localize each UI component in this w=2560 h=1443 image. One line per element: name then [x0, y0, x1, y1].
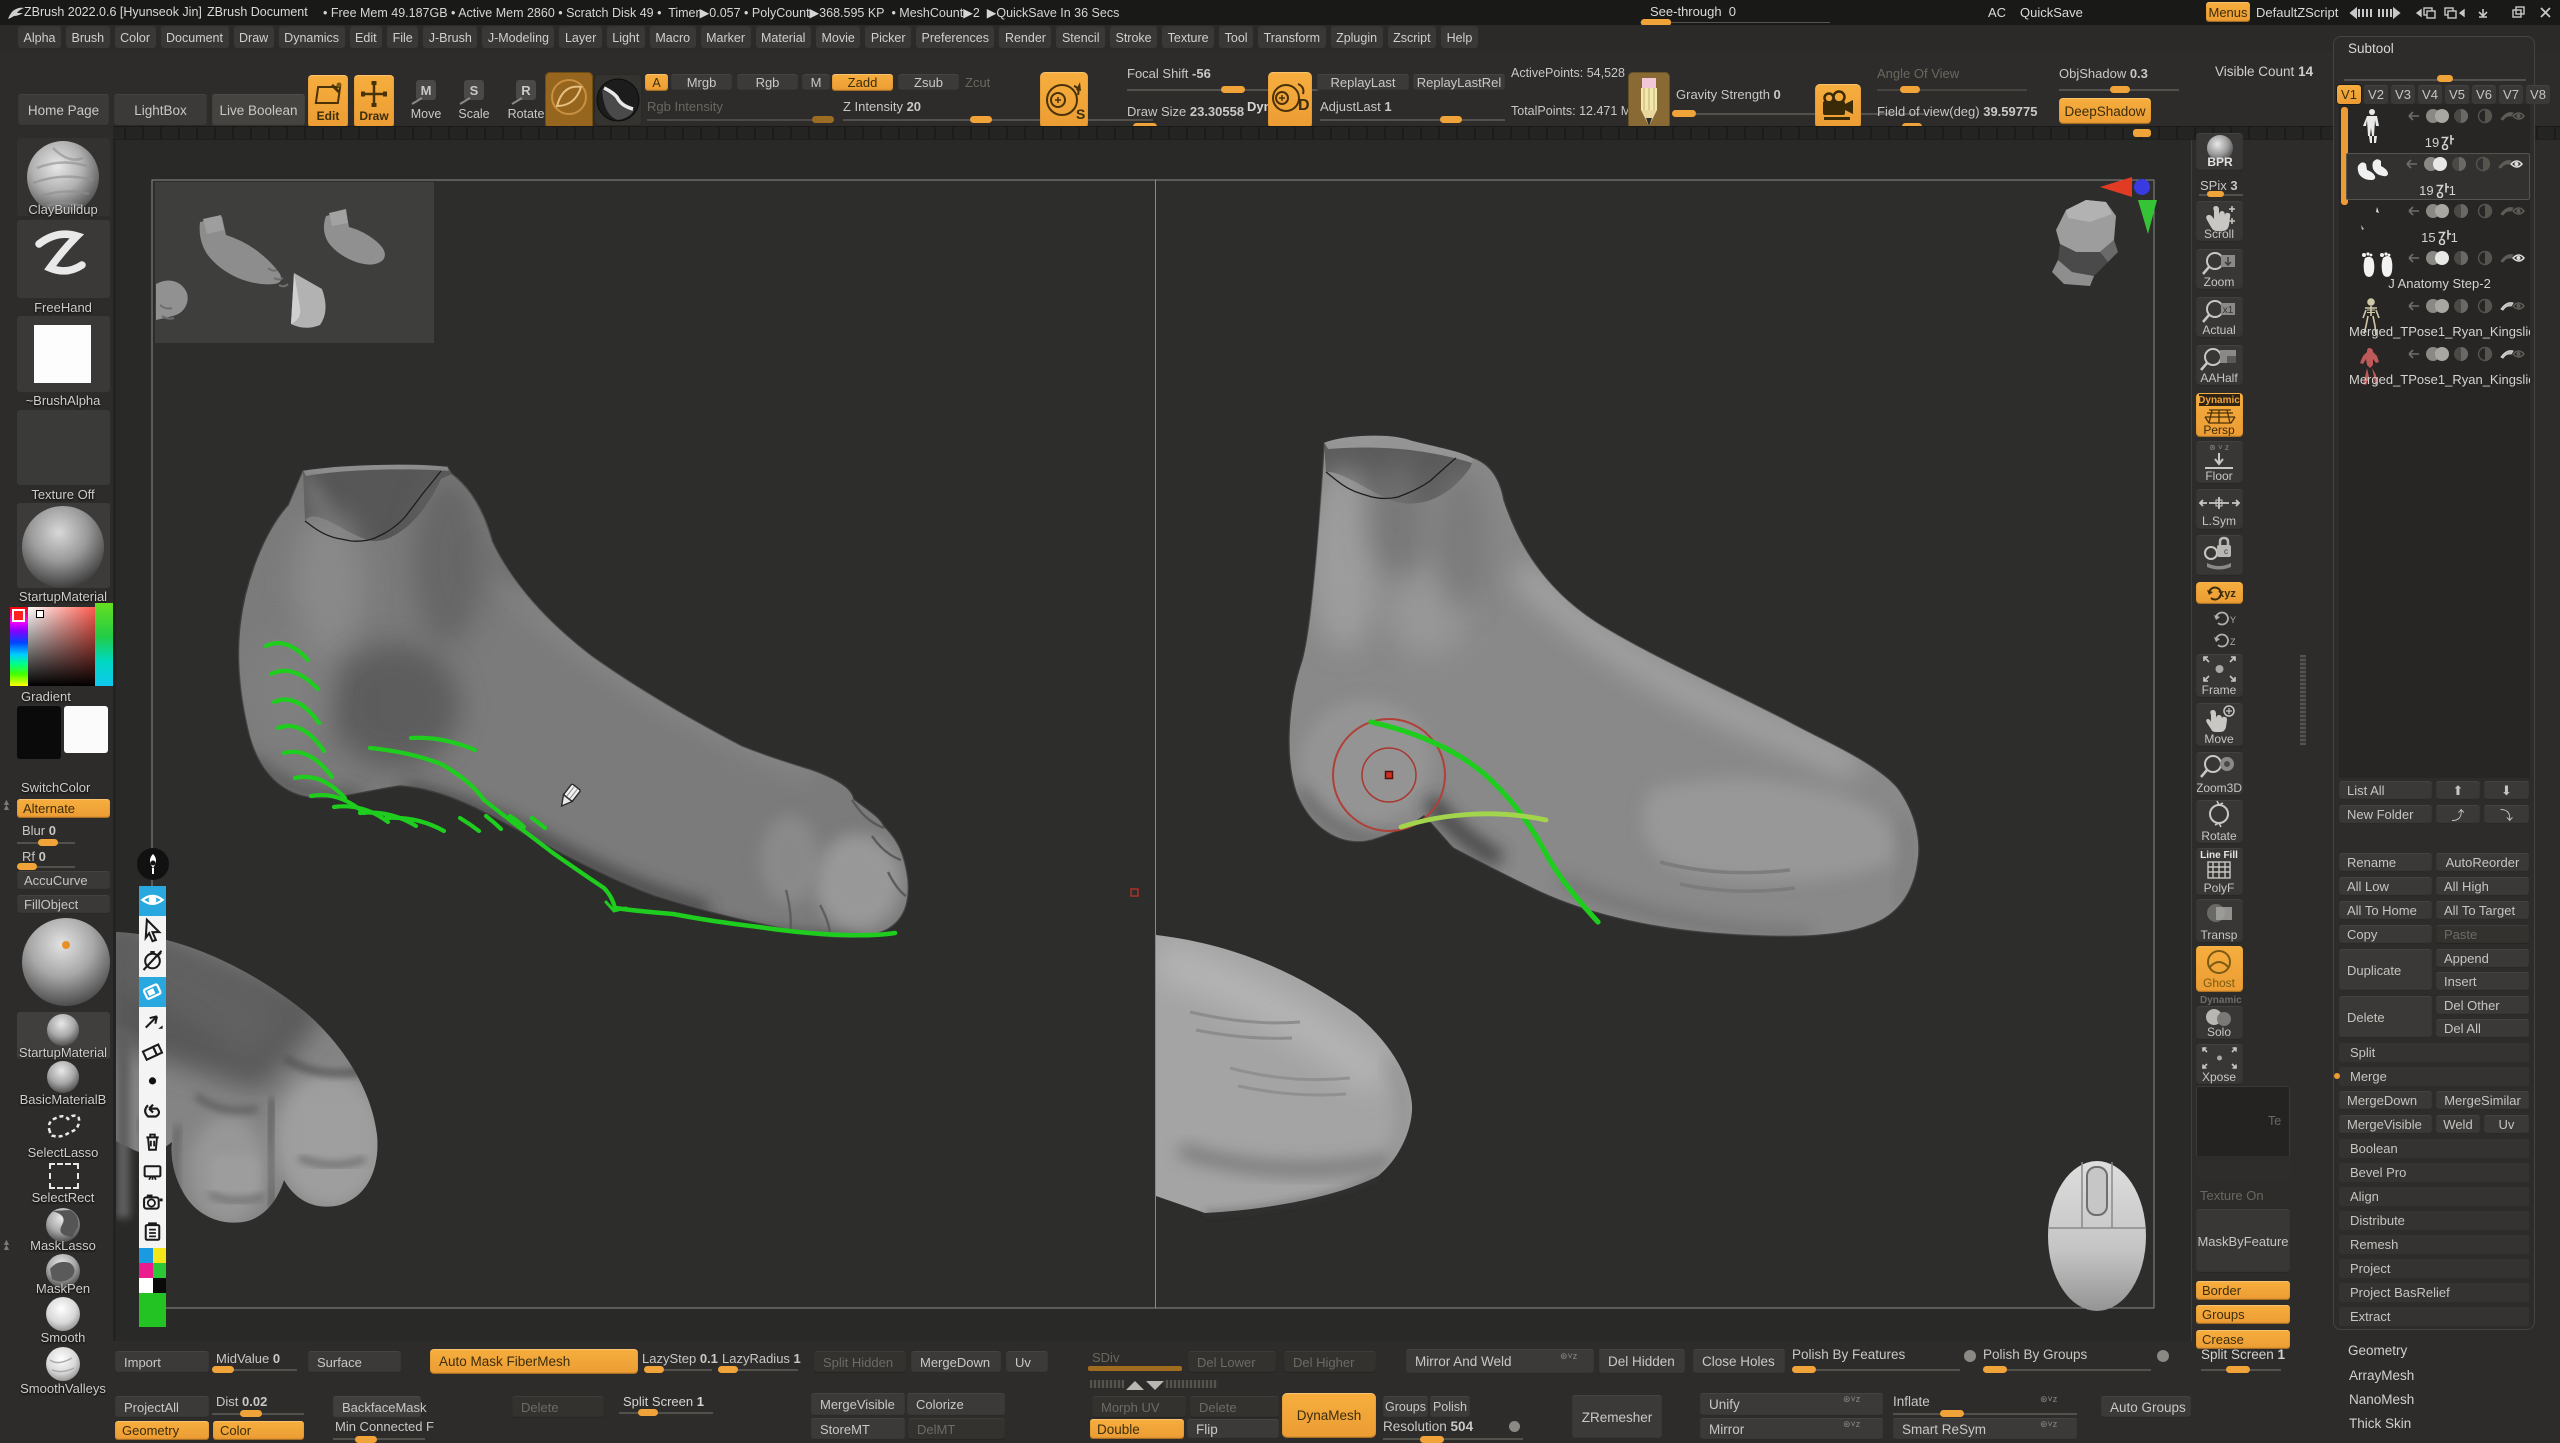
- svg-text:Zoom: Zoom: [2204, 275, 2235, 289]
- svg-text:Floor: Floor: [2205, 469, 2232, 483]
- svg-text:Move: Move: [2204, 732, 2234, 746]
- svg-text:⊛ ˅ z: ⊛ ˅ z: [2209, 443, 2229, 452]
- svg-text:Frame: Frame: [2202, 683, 2237, 697]
- svg-text:x1: x1: [2223, 305, 2234, 316]
- svg-text:xyz: xyz: [2218, 588, 2236, 600]
- svg-text:Move: Move: [411, 107, 442, 121]
- svg-text:Transp: Transp: [2201, 928, 2238, 942]
- svg-text:PolyF: PolyF: [2204, 881, 2235, 895]
- svg-text:Edit: Edit: [317, 109, 340, 123]
- svg-text:Scale: Scale: [458, 107, 489, 121]
- svg-text:Ghost: Ghost: [2203, 976, 2236, 990]
- svg-text:L.Sym: L.Sym: [2202, 514, 2236, 528]
- svg-text:Line Fill: Line Fill: [2200, 850, 2238, 861]
- svg-text:M: M: [421, 83, 432, 98]
- svg-text:Rotate: Rotate: [508, 107, 545, 121]
- svg-text:Xpose: Xpose: [2202, 1070, 2236, 1084]
- svg-text:BPR: BPR: [2207, 155, 2233, 169]
- svg-text:Z: Z: [2230, 637, 2236, 647]
- svg-text:Y: Y: [2230, 615, 2236, 625]
- svg-text:S: S: [470, 83, 479, 98]
- svg-text:c: c: [2224, 547, 2228, 556]
- svg-text:AAHalf: AAHalf: [2200, 371, 2238, 385]
- svg-text:R: R: [521, 83, 531, 98]
- svg-text:Persp: Persp: [2203, 423, 2235, 436]
- svg-text:Rotate: Rotate: [2201, 829, 2237, 843]
- svg-text:Actual: Actual: [2202, 323, 2235, 337]
- svg-text:Dynamic: Dynamic: [2198, 395, 2240, 406]
- svg-text:S: S: [1076, 106, 1085, 122]
- svg-text:Draw: Draw: [359, 109, 389, 123]
- svg-text:Scroll: Scroll: [2204, 227, 2234, 241]
- svg-text:Solo: Solo: [2207, 1025, 2231, 1039]
- svg-text:Zoom3D: Zoom3D: [2197, 781, 2242, 795]
- svg-text:D: D: [1298, 97, 1310, 114]
